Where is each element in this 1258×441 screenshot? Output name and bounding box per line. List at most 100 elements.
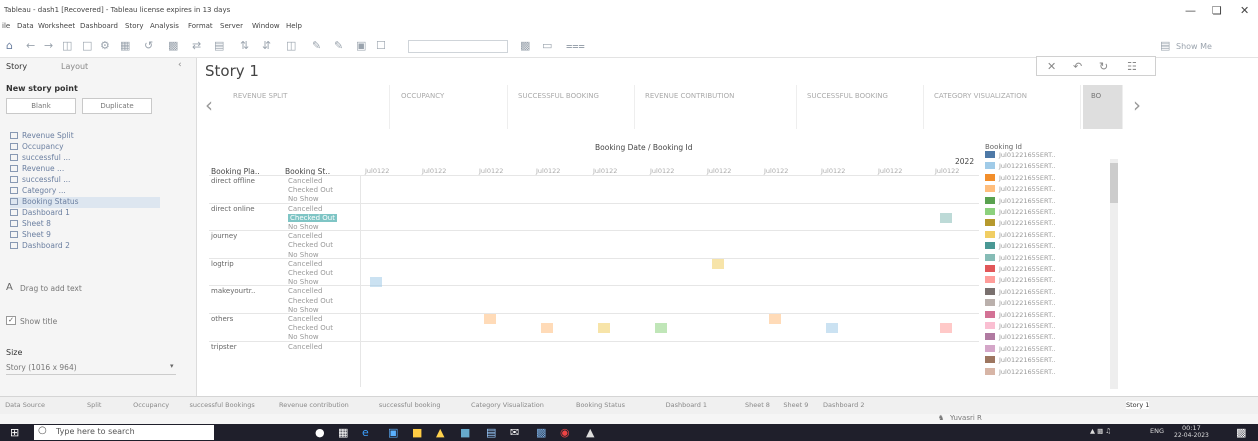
label-icon[interactable]: ☐ bbox=[376, 39, 386, 52]
new-sheet-icon[interactable]: ▦ bbox=[120, 39, 130, 52]
sheet-item[interactable]: Dashboard 1 bbox=[10, 208, 70, 219]
chart-icon[interactable]: ▩ bbox=[168, 39, 178, 52]
legend-item[interactable]: Jul01221655ERT.. bbox=[985, 310, 1055, 320]
booking-mark[interactable] bbox=[826, 323, 838, 334]
status-label[interactable]: Checked Out bbox=[288, 213, 337, 222]
menu-analysis[interactable]: Analysis bbox=[150, 22, 179, 30]
sheet-item[interactable]: Revenue Split bbox=[10, 131, 74, 142]
legend-item[interactable]: Jul01221655ERT.. bbox=[985, 356, 1055, 365]
legend-item[interactable]: Jul01221655ERT.. bbox=[985, 322, 1055, 331]
sheet-tab[interactable]: successful booking bbox=[379, 401, 441, 409]
drag-text-object[interactable]: Drag to add text bbox=[20, 284, 82, 293]
revert-icon[interactable]: ↶ bbox=[1073, 60, 1082, 73]
explorer-icon[interactable]: ■ bbox=[412, 426, 422, 439]
menu-file[interactable]: ile bbox=[2, 22, 10, 30]
tray-icons[interactable]: ▲ ▩ ♫ bbox=[1090, 427, 1111, 435]
legend-item[interactable]: Jul01221655ERT.. bbox=[985, 219, 1055, 228]
menu-worksheet[interactable]: Worksheet bbox=[38, 22, 75, 30]
sort-desc-icon[interactable]: ⇵ bbox=[262, 39, 271, 52]
tab-layout[interactable]: Layout bbox=[55, 58, 115, 74]
sheet-item-selected[interactable]: Booking Status bbox=[10, 197, 160, 208]
legend-item[interactable]: Jul01221655ERT.. bbox=[985, 162, 1055, 171]
sheet-item[interactable]: Dashboard 2 bbox=[10, 241, 70, 252]
sheet-item[interactable]: Sheet 9 bbox=[10, 230, 51, 241]
windows-start-icon[interactable]: ⊞ bbox=[10, 426, 19, 439]
swap-icon[interactable]: ⇄ bbox=[192, 39, 201, 52]
status-label[interactable]: Checked Out bbox=[288, 297, 333, 305]
legend-item[interactable]: Jul01221655ERT.. bbox=[985, 230, 1055, 240]
sheet-item[interactable]: Category ... bbox=[10, 186, 66, 197]
fix-axes-icon[interactable]: ▩ bbox=[520, 39, 530, 52]
menu-help[interactable]: Help bbox=[286, 22, 302, 30]
sheet-tab[interactable]: Booking Status bbox=[576, 401, 625, 409]
save-story-point-icon[interactable]: ☷ bbox=[1127, 60, 1137, 73]
legend-item[interactable]: Jul01221655ERT.. bbox=[985, 276, 1055, 285]
story-title[interactable]: Story 1 bbox=[205, 62, 259, 80]
menu-dashboard[interactable]: Dashboard bbox=[80, 22, 118, 30]
status-label[interactable]: Checked Out bbox=[288, 186, 333, 194]
booking-mark[interactable] bbox=[541, 323, 553, 334]
status-label[interactable]: Checked Out bbox=[288, 241, 333, 249]
sheet-tab[interactable]: Occupancy bbox=[133, 401, 169, 409]
story-point-caption[interactable]: OCCUPANCY bbox=[393, 85, 508, 129]
sheet-tab[interactable]: Category Visualization bbox=[471, 401, 544, 409]
undo-icon[interactable]: ↺ bbox=[144, 39, 153, 52]
share-icon[interactable]: ⩶ bbox=[566, 39, 585, 53]
legend-item[interactable]: Jul01221655ERT.. bbox=[985, 344, 1055, 354]
status-label[interactable]: Cancelled bbox=[288, 287, 322, 295]
duplicate-button[interactable]: Duplicate bbox=[82, 98, 152, 114]
highlight-icon[interactable]: ✎ bbox=[312, 39, 321, 52]
taskbar-search[interactable]: ○ Type here to search bbox=[34, 425, 214, 440]
status-label[interactable]: Cancelled bbox=[288, 260, 322, 268]
sheet-tab[interactable]: Dashboard 1 bbox=[666, 401, 707, 409]
sheet-tab[interactable]: Story 1 bbox=[1126, 401, 1150, 409]
sort-icon[interactable]: ▤ bbox=[214, 39, 224, 52]
app-icon[interactable]: ▩ bbox=[536, 426, 546, 439]
photos-icon[interactable]: ■ bbox=[460, 426, 470, 439]
menu-format[interactable]: Format bbox=[188, 22, 213, 30]
forward-icon[interactable]: → bbox=[44, 39, 53, 52]
app-icon[interactable]: ▣ bbox=[388, 426, 398, 439]
search-input[interactable]: Type here to search bbox=[56, 427, 135, 436]
user-name[interactable]: Yuvasri R bbox=[950, 414, 982, 422]
status-label[interactable]: Cancelled bbox=[288, 315, 322, 323]
booking-mark[interactable] bbox=[940, 212, 952, 223]
status-label[interactable]: Cancelled bbox=[288, 177, 322, 185]
back-icon[interactable]: ← bbox=[26, 39, 35, 52]
show-title-checkbox[interactable]: ✓ bbox=[6, 316, 16, 325]
edge-icon[interactable]: e bbox=[362, 426, 369, 439]
sheet-item[interactable]: Occupancy bbox=[10, 142, 64, 153]
booking-mark[interactable] bbox=[712, 258, 724, 269]
booking-mark[interactable] bbox=[370, 277, 382, 288]
story-point-caption[interactable]: REVENUE CONTRIBUTION bbox=[637, 85, 797, 129]
legend-item[interactable]: Jul01221655ERT.. bbox=[985, 151, 1055, 160]
size-select[interactable]: Story (1016 x 964) bbox=[6, 363, 176, 375]
legend-item[interactable]: Jul01221655ERT.. bbox=[985, 299, 1055, 308]
menu-story[interactable]: Story bbox=[125, 22, 144, 30]
notification-icon[interactable]: ▩ bbox=[1236, 426, 1246, 439]
menu-data[interactable]: Data bbox=[17, 22, 34, 30]
next-arrow-icon[interactable]: › bbox=[1133, 93, 1141, 117]
legend-item[interactable]: Jul01221655ERT.. bbox=[985, 242, 1055, 251]
pin-icon[interactable]: ✎ bbox=[334, 39, 343, 52]
close-icon[interactable]: ✕ bbox=[1047, 60, 1056, 73]
legend-item[interactable]: Jul01221655ERT.. bbox=[985, 208, 1055, 217]
fit-select[interactable] bbox=[408, 40, 508, 53]
legend-item[interactable]: Jul01221655ERT.. bbox=[985, 196, 1055, 206]
story-point-caption[interactable]: SUCCESSFUL BOOKING bbox=[799, 85, 924, 129]
booking-mark[interactable] bbox=[769, 314, 781, 324]
sheet-item[interactable]: successful ... bbox=[10, 153, 70, 164]
data-source-tab[interactable]: Data Source bbox=[5, 401, 45, 409]
restore-icon[interactable]: ❏ bbox=[1212, 4, 1222, 17]
task-view-icon[interactable]: ▦ bbox=[338, 426, 348, 439]
minimize-icon[interactable]: — bbox=[1185, 4, 1196, 17]
menu-server[interactable]: Server bbox=[220, 22, 243, 30]
booking-mark[interactable] bbox=[484, 314, 496, 324]
legend-item[interactable]: Jul01221655ERT.. bbox=[985, 173, 1055, 183]
presentation-icon[interactable]: ▭ bbox=[542, 39, 552, 52]
status-label[interactable]: Cancelled bbox=[288, 343, 322, 351]
new-datasource-icon[interactable]: ⚙ bbox=[100, 39, 110, 52]
clock-time[interactable]: 00:17 bbox=[1182, 424, 1201, 432]
legend-item[interactable]: Jul01221655ERT.. bbox=[985, 185, 1055, 194]
booking-mark[interactable] bbox=[940, 323, 952, 334]
